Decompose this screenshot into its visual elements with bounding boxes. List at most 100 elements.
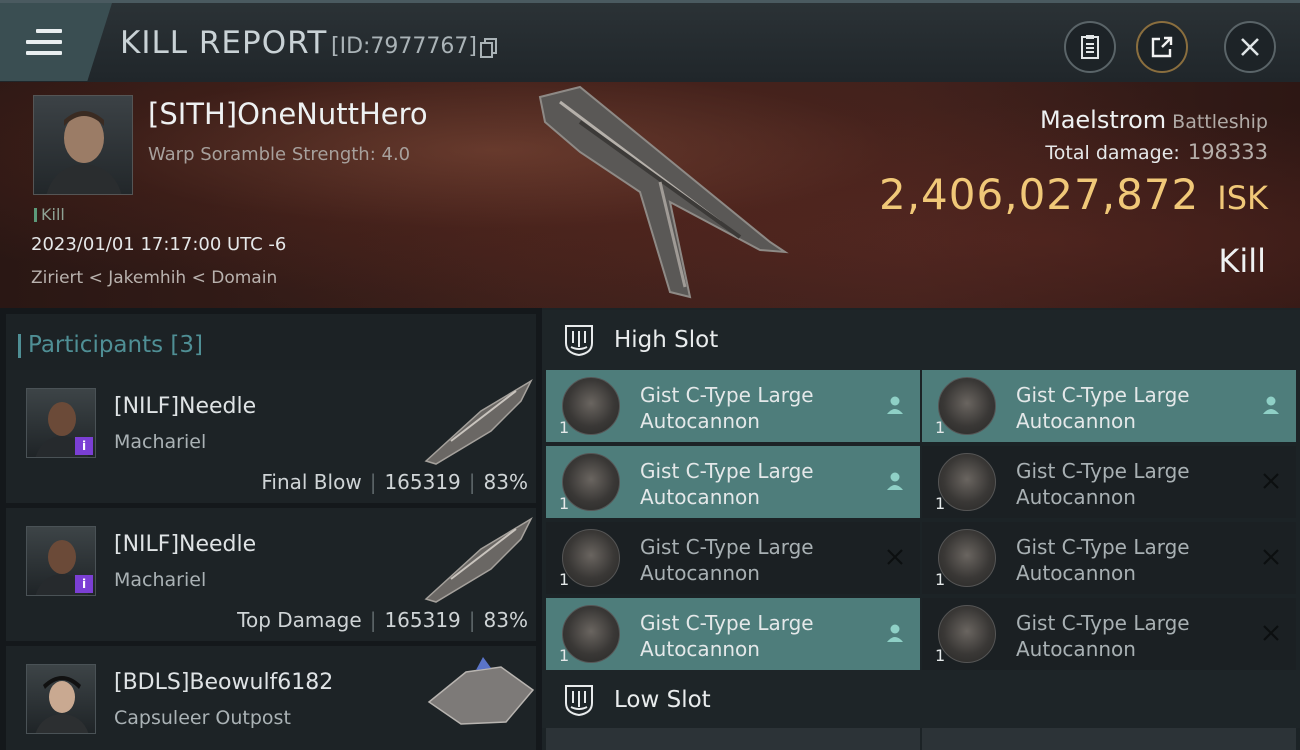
victim-ship-image <box>538 85 789 299</box>
victim-portrait[interactable] <box>33 95 133 195</box>
participants-title-text: Participants <box>28 332 164 358</box>
x-icon <box>1263 549 1279 565</box>
module-slot[interactable]: 1 Gist C-Type Large Autocannon <box>546 522 920 594</box>
player-badge-icon: i <box>75 575 93 593</box>
autocannon-icon <box>562 453 620 511</box>
module-slot[interactable]: 1 Gist C-Type Large Autocannon <box>546 370 920 442</box>
autocannon-icon <box>562 377 620 435</box>
kill-label: Kill <box>1218 242 1266 280</box>
participant-role: Top Damage <box>237 608 362 632</box>
low-slot-module-partial[interactable] <box>922 728 1296 750</box>
victim-ship-name[interactable]: Maelstrom <box>1040 106 1166 134</box>
avatar: i <box>26 388 96 458</box>
menu-button[interactable] <box>0 3 112 81</box>
module-name: Gist C-Type Large Autocannon <box>640 611 814 661</box>
module-quantity: 1 <box>935 418 946 437</box>
module-name: Gist C-Type Large Autocannon <box>640 383 814 433</box>
module-slot[interactable]: 1 Gist C-Type Large Autocannon <box>546 446 920 518</box>
close-button[interactable] <box>1224 21 1276 73</box>
low-slot-header: Low Slot <box>542 670 1300 728</box>
page-title: KILL REPORT <box>120 25 328 61</box>
autocannon-icon <box>938 529 996 587</box>
copy-icon[interactable] <box>480 38 498 58</box>
participant-ship-image <box>427 657 535 725</box>
module-name: Gist C-Type Large Autocannon <box>1016 459 1190 509</box>
x-icon <box>887 549 903 565</box>
autocannon-icon <box>562 605 620 663</box>
fitting-panel: High Slot 1 Gist C-Type Large Autocannon… <box>542 308 1300 750</box>
module-quantity: 1 <box>559 418 570 437</box>
module-quantity: 1 <box>559 646 570 665</box>
menu-icon <box>26 29 62 55</box>
low-slot-module-partial[interactable] <box>546 728 920 750</box>
module-slot[interactable]: 1 Gist C-Type Large Autocannon <box>922 522 1296 594</box>
participant-ship-image <box>424 517 533 603</box>
module-name: Gist C-Type Large Autocannon <box>640 535 814 585</box>
victim-pilot-name[interactable]: [SITH]OneNuttHero <box>148 97 428 131</box>
participant-ship: Capsuleer Outpost <box>114 707 291 729</box>
module-name: Gist C-Type Large Autocannon <box>640 459 814 509</box>
warp-scramble-strength: Warp Soramble Strength: 4.0 <box>148 144 411 165</box>
module-quantity: 1 <box>935 494 946 513</box>
share-icon <box>1151 36 1173 58</box>
participants-header: Participants [3] <box>6 314 536 372</box>
autocannon-icon <box>938 377 996 435</box>
participant-name[interactable]: [NILF]Needle <box>114 394 256 419</box>
kill-location[interactable]: Ziriert < Jakemhih < Domain <box>31 268 277 288</box>
share-button[interactable] <box>1136 21 1188 73</box>
module-quantity: 1 <box>559 570 570 589</box>
participant-row[interactable]: [BDLS]Beowulf6182 Capsuleer Outpost <box>6 646 536 750</box>
person-icon <box>887 624 903 642</box>
module-slot[interactable]: 1 Gist C-Type Large Autocannon <box>922 370 1296 442</box>
kill-tag: Kill <box>34 205 65 224</box>
person-icon <box>887 472 903 490</box>
autocannon-icon <box>938 453 996 511</box>
low-slot-title: Low Slot <box>614 687 711 713</box>
module-slot[interactable]: 1 Gist C-Type Large Autocannon <box>922 598 1296 670</box>
module-name: Gist C-Type Large Autocannon <box>1016 383 1190 433</box>
module-quantity: 1 <box>935 646 946 665</box>
participants-title: Participants [3] <box>17 332 204 358</box>
module-slot[interactable]: 1 Gist C-Type Large Autocannon <box>922 446 1296 518</box>
avatar: i <box>26 526 96 596</box>
participant-ship: Machariel <box>114 569 207 591</box>
report-id: [ID:7977767] <box>331 34 477 59</box>
participant-row[interactable]: i [NILF]Needle Machariel Top Damage | 1653… <box>6 508 536 641</box>
low-slot-icon <box>565 685 593 717</box>
participant-stats: Final Blow | 165319 | 83% <box>261 470 528 494</box>
high-slot-title: High Slot <box>614 327 719 353</box>
participant-damage: 165319 <box>384 608 461 632</box>
module-name: Gist C-Type Large Autocannon <box>1016 611 1190 661</box>
participant-row[interactable]: i [NILF]Needle Machariel Final Blow | 1653… <box>6 370 536 503</box>
participants-count: [3] <box>170 332 204 358</box>
participants-panel: Participants [3] i [NILF]Needle Macharie… <box>0 308 540 750</box>
autocannon-icon <box>938 605 996 663</box>
person-icon <box>887 396 903 414</box>
participant-stats: Top Damage | 165319 | 83% <box>237 608 528 632</box>
participant-damage: 165319 <box>384 470 461 494</box>
player-badge-icon: i <box>75 437 93 455</box>
participant-percent: 83% <box>483 608 528 632</box>
participant-name[interactable]: [NILF]Needle <box>114 532 256 557</box>
isk-unit: ISK <box>1217 179 1268 217</box>
clipboard-icon <box>1081 35 1099 59</box>
isk-value: 2,406,027,872 <box>878 170 1200 219</box>
module-quantity: 1 <box>935 570 946 589</box>
participant-ship-image <box>424 379 533 465</box>
kill-datetime: 2023/01/01 17:17:00 UTC -6 <box>31 234 287 255</box>
victim-ship-class: Battleship <box>1172 111 1268 133</box>
participant-role: Final Blow <box>261 470 362 494</box>
victim-banner: [SITH]OneNuttHero Warp Soramble Strength… <box>0 82 1300 308</box>
participant-ship: Machariel <box>114 431 207 453</box>
clipboard-button[interactable] <box>1064 21 1116 73</box>
module-name: Gist C-Type Large Autocannon <box>1016 535 1190 585</box>
autocannon-icon <box>562 529 620 587</box>
x-icon <box>1263 625 1279 641</box>
x-icon <box>1263 473 1279 489</box>
module-slot[interactable]: 1 Gist C-Type Large Autocannon <box>546 598 920 670</box>
total-damage-value: 198333 <box>1187 140 1268 164</box>
high-slot-header: High Slot <box>542 310 1300 370</box>
person-icon <box>1263 396 1279 414</box>
participant-name[interactable]: [BDLS]Beowulf6182 <box>114 670 333 695</box>
avatar <box>26 664 96 734</box>
